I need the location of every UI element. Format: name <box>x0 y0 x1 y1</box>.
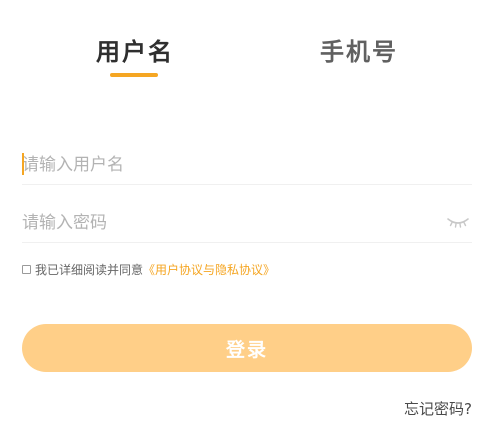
agreement-link[interactable]: 《用户协议与隐私协议》 <box>143 261 275 278</box>
tab-phone[interactable]: 手机号 <box>308 32 410 72</box>
text-caret <box>22 153 24 175</box>
login-button[interactable]: 登录 <box>22 324 472 372</box>
active-tab-indicator <box>110 73 158 77</box>
agreement-checkbox[interactable] <box>22 265 31 274</box>
password-input[interactable] <box>22 203 472 242</box>
username-field-row <box>22 145 472 185</box>
tab-username[interactable]: 用户名 <box>84 32 186 72</box>
forgot-password-link[interactable]: 忘记密码? <box>404 398 472 419</box>
username-input[interactable] <box>22 145 472 184</box>
eye-closed-icon[interactable] <box>446 214 470 230</box>
login-page: 用户名 手机号 我已详细阅读并同意 《用户协议与隐私协议》 登录 忘记密码? <box>0 0 494 428</box>
agreement-text: 我已详细阅读并同意 <box>35 263 144 277</box>
login-tabs: 用户名 手机号 <box>0 0 494 90</box>
password-field-row <box>22 203 472 243</box>
agreement-row: 我已详细阅读并同意 《用户协议与隐私协议》 <box>22 261 275 278</box>
